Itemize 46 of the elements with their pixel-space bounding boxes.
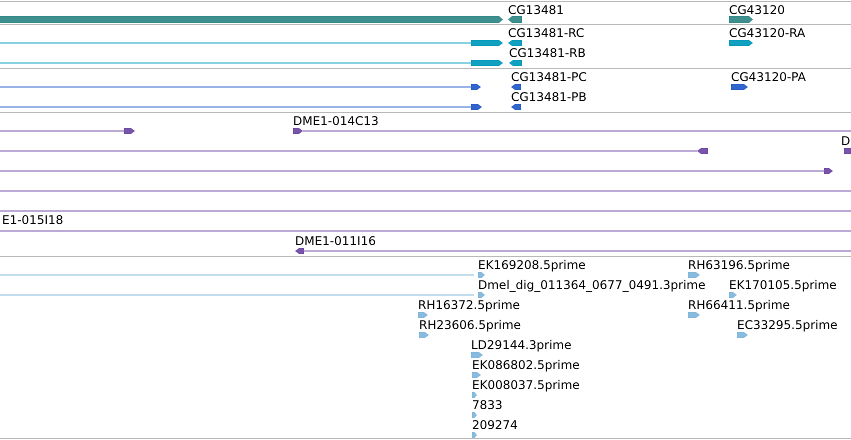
feature-label: D: [841, 134, 850, 148]
feature-arrow: [509, 60, 522, 66]
feature-label: EK170105.5prime: [729, 278, 837, 292]
feature-label: EK169208.5prime: [478, 258, 586, 272]
feature-label: CG13481-RC: [508, 26, 584, 40]
feature-arrow: [729, 40, 753, 46]
feature-label: DME1-014C13: [293, 114, 379, 128]
feature-label: EK086802.5prime: [472, 358, 580, 372]
feature-label: LD29144.3prime: [471, 338, 572, 352]
feature-label: EK008037.5prime: [472, 378, 580, 392]
feature-label: RH66411.5prime: [688, 298, 790, 312]
feature-label: RH63196.5prime: [688, 258, 790, 272]
feature-arrow: [478, 292, 485, 298]
feature-arrow: [508, 40, 522, 46]
feature-arrow: [511, 104, 521, 110]
feature-arrow: [472, 392, 477, 398]
feature-arrow: [418, 312, 428, 318]
feature-arrow: [688, 312, 700, 318]
feature-arrow: [471, 352, 483, 358]
feature-label: DME1-011I16: [295, 234, 376, 248]
feature-label: CG13481-PC: [511, 70, 587, 84]
feature-arrow: [472, 372, 481, 378]
feature-label: 7833: [472, 398, 503, 412]
feature-label: 209274: [472, 418, 518, 432]
feature-arrow: [729, 292, 737, 298]
feature-arrow: [472, 432, 477, 438]
feature-label: RH23606.5prime: [419, 318, 521, 332]
feature-label: CG13481-RB: [509, 46, 586, 60]
feature-arrow: [511, 84, 521, 90]
feature-arrow: [688, 272, 700, 278]
feature-label: CG13481-PB: [511, 90, 587, 104]
feature-arrow: [729, 16, 753, 22]
feature-label: RH16372.5prime: [418, 298, 520, 312]
feature-arrow: [731, 84, 748, 90]
feature-label: EC33295.5prime: [737, 318, 838, 332]
feature-label: E1-015I18: [2, 213, 64, 227]
feature-label: Dmel_dig_011364_0677_0491.3prime: [478, 278, 706, 292]
feature-arrow: [508, 16, 522, 22]
feature-label: CG43120-RA: [729, 26, 806, 40]
feature-label: CG43120: [729, 3, 785, 17]
feature-label: CG13481: [508, 3, 564, 17]
feature-arrow: [419, 332, 429, 338]
feature-arrow: [478, 272, 485, 278]
feature-arrow: [472, 412, 477, 418]
feature-label: CG43120-PA: [731, 70, 806, 84]
feature-arrow: [737, 332, 748, 338]
